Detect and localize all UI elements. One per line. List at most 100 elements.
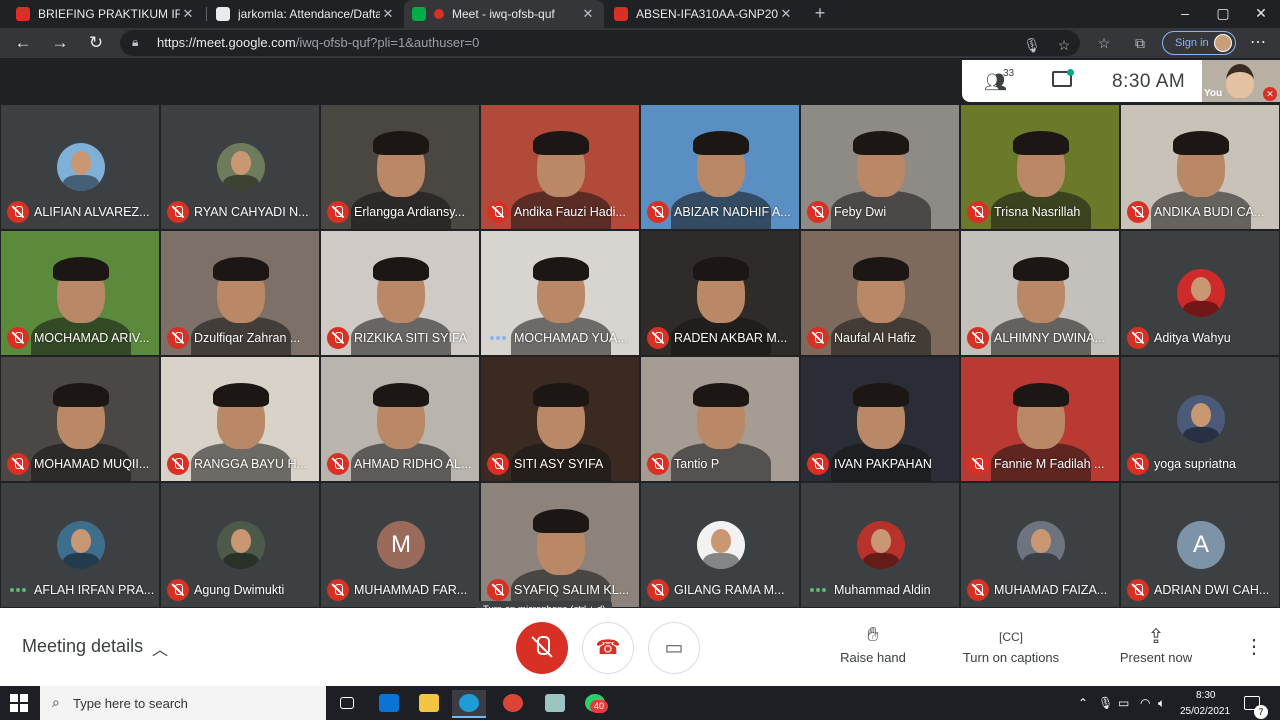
participant-tile[interactable]: Agung Dwimukti: [160, 482, 320, 608]
muted-microphone-icon: [327, 327, 349, 349]
participant-label: RYAN CAHYADI N...: [167, 201, 315, 223]
tab-meet[interactable]: Meet - iwq-ofsb-quf ✕: [404, 0, 604, 28]
microphone-icon[interactable]: 🎙︎: [1022, 35, 1042, 55]
wifi-icon[interactable]: ◠: [1140, 696, 1150, 710]
close-icon[interactable]: ✕: [580, 6, 596, 22]
muted-microphone-icon: [487, 201, 509, 223]
chevron-up-icon[interactable]: ︿: [152, 636, 168, 660]
participant-tile[interactable]: Muhammad Aldin: [800, 482, 960, 608]
reload-button[interactable]: ↻: [84, 31, 108, 55]
muted-microphone-icon: [647, 327, 669, 349]
participant-tile[interactable]: MOCHAMAD YUA...: [480, 230, 640, 356]
participant-tile[interactable]: RANGGA BAYU H...: [160, 356, 320, 482]
participant-tile[interactable]: ALIFIAN ALVAREZ...: [0, 104, 160, 230]
participant-tile[interactable]: yoga supriatna: [1120, 356, 1280, 482]
microphone-icon[interactable]: 🎙︎: [1098, 696, 1113, 710]
tab-absen-pdf[interactable]: ABSEN-IFA310AA-GNP2021.pdf ✕: [606, 0, 802, 28]
participant-tile[interactable]: A ADRIAN DWI CAH...: [1120, 482, 1280, 608]
participant-tile[interactable]: GILANG RAMA M...: [640, 482, 800, 608]
file-explorer-app[interactable]: [412, 690, 446, 718]
close-icon[interactable]: ✕: [180, 6, 196, 22]
muted-microphone-icon: [167, 453, 189, 475]
captions-button[interactable]: [CC] Turn on captions: [951, 624, 1071, 665]
participant-tile[interactable]: AHMAD RIDHO AL...: [320, 356, 480, 482]
tab-briefing-pdf[interactable]: BRIEFING PRAKTIKUM IFA-310.p ✕: [8, 0, 204, 28]
participant-label: IVAN PAKPAHAN: [807, 453, 955, 475]
raise-hand-button[interactable]: ✋︎ Raise hand: [813, 624, 933, 665]
chevron-up-icon[interactable]: ⌃: [1078, 696, 1088, 710]
more-options-icon[interactable]: ⋮: [1244, 634, 1264, 660]
forward-button[interactable]: →: [48, 31, 72, 55]
windows-start-button[interactable]: [10, 694, 28, 712]
participant-name: RYAN CAHYADI N...: [194, 205, 309, 219]
address-bar[interactable]: 🔒︎ https://meet.google.com/iwq-ofsb-quf?…: [120, 30, 1080, 56]
participant-tile[interactable]: Feby Dwi: [800, 104, 960, 230]
participant-tile[interactable]: ALHIMNY DWINA...: [960, 230, 1120, 356]
search-placeholder: Type here to search: [73, 696, 188, 711]
microphone-toggle-button[interactable]: [516, 622, 568, 674]
participant-avatar: [1177, 395, 1225, 443]
participant-label: ALHIMNY DWINA...: [967, 327, 1115, 349]
favorites-icon[interactable]: ☆: [1094, 33, 1114, 53]
participant-tile[interactable]: MOHAMAD MUQII...: [0, 356, 160, 482]
camera-toggle-button[interactable]: ▭: [648, 622, 700, 674]
sign-in-button[interactable]: Sign in: [1162, 31, 1236, 55]
participant-tile[interactable]: Aditya Wahyu: [1120, 230, 1280, 356]
volume-icon[interactable]: 🔈︎: [1158, 696, 1165, 711]
taskbar-date[interactable]: 25/02/2021: [1180, 706, 1230, 717]
participant-tile[interactable]: Trisna Nasrillah: [960, 104, 1120, 230]
tab-title: jarkomla: Attendance/Daftar Had: [238, 7, 380, 21]
meeting-details-button[interactable]: Meeting details: [22, 636, 143, 657]
meet-icon: [412, 7, 426, 21]
participant-tile[interactable]: AFLAH IRFAN PRA...: [0, 482, 160, 608]
tab-title: ABSEN-IFA310AA-GNP2021.pdf: [636, 7, 778, 21]
participant-tile[interactable]: Erlangga Ardiansy...: [320, 104, 480, 230]
muted-microphone-icon: [167, 327, 189, 349]
taskbar-search-box[interactable]: ⌕ Type here to search: [40, 686, 326, 720]
browser-menu-icon[interactable]: ⋯: [1250, 31, 1266, 55]
edge-app[interactable]: [452, 690, 486, 718]
chrome-app[interactable]: [496, 690, 530, 718]
participant-tile[interactable]: SITI ASY SYIFA: [480, 356, 640, 482]
battery-icon[interactable]: ▭: [1118, 696, 1129, 710]
participant-tile[interactable]: RADEN AKBAR M...: [640, 230, 800, 356]
present-label: Present now: [1119, 650, 1193, 665]
mail-app[interactable]: [372, 690, 406, 718]
participant-tile[interactable]: RYAN CAHYADI N...: [160, 104, 320, 230]
participant-tile[interactable]: SYAFIQ SALIM KL...: [480, 482, 640, 608]
speaking-indicator-icon: [807, 579, 829, 601]
participant-tile[interactable]: M MUHAMMAD FAR...: [320, 482, 480, 608]
back-button[interactable]: ←: [11, 31, 35, 55]
task-view-button[interactable]: [330, 690, 364, 718]
participant-tile[interactable]: MUHAMAD FAIZA...: [960, 482, 1120, 608]
participant-tile[interactable]: Dzulfiqar Zahran ...: [160, 230, 320, 356]
participant-tile[interactable]: Fannie M Fadilah ...: [960, 356, 1120, 482]
participant-label: MUHAMMAD FAR...: [327, 579, 475, 601]
add-favorite-icon[interactable]: ☆: [1054, 35, 1074, 55]
muted-microphone-icon: [647, 453, 669, 475]
speaking-indicator-icon: [7, 579, 29, 601]
collections-icon[interactable]: ⧉: [1130, 33, 1150, 53]
muted-microphone-icon: [1127, 201, 1149, 223]
participant-tile[interactable]: Naufal Al Hafiz: [800, 230, 960, 356]
close-window-button[interactable]: ✕: [1242, 0, 1280, 28]
maximize-button[interactable]: ▢: [1204, 0, 1242, 28]
participant-tile[interactable]: Tantio P: [640, 356, 800, 482]
minimize-button[interactable]: –: [1166, 0, 1204, 28]
participant-tile[interactable]: Andika Fauzi Hadi...: [480, 104, 640, 230]
close-icon[interactable]: ✕: [380, 6, 396, 22]
participant-tile[interactable]: IVAN PAKPAHAN: [800, 356, 960, 482]
taskbar-time[interactable]: 8:30: [1196, 690, 1215, 701]
participant-tile[interactable]: MOCHAMAD ARIV...: [0, 230, 160, 356]
present-now-button[interactable]: ⇪ Present now: [1096, 624, 1216, 665]
participant-tile[interactable]: ANDIKA BUDI CA...: [1120, 104, 1280, 230]
close-icon[interactable]: ✕: [778, 6, 794, 22]
notes-app[interactable]: [538, 690, 572, 718]
tab-attendance[interactable]: jarkomla: Attendance/Daftar Had ✕: [208, 0, 404, 28]
new-tab-button[interactable]: +: [810, 3, 830, 23]
muted-microphone-icon: [327, 201, 349, 223]
muted-microphone-icon: [647, 201, 669, 223]
participant-tile[interactable]: RIZKIKA SITI SYIFA: [320, 230, 480, 356]
participant-tile[interactable]: ABIZAR NADHIF A...: [640, 104, 800, 230]
leave-call-button[interactable]: ☎︎: [582, 622, 634, 674]
